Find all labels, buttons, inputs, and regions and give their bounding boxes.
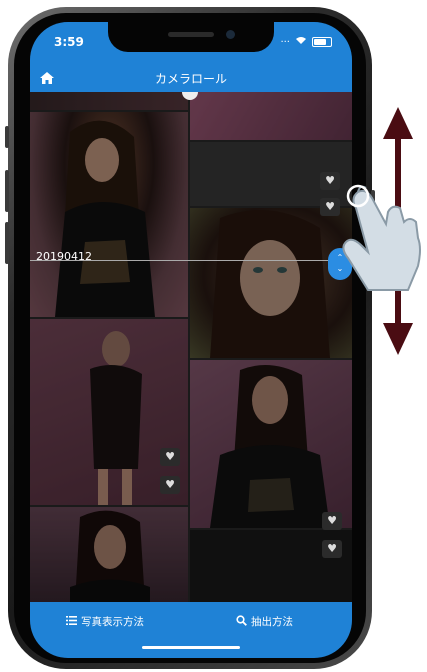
volume-down-button — [5, 222, 9, 264]
battery-icon — [312, 37, 332, 47]
phone-screen: 3:59 ··· カメラロール ♥ ♥ ♥ ♥ ♥ ♥ 20190412 ⌃ ⌄… — [30, 22, 352, 658]
home-indicator — [142, 646, 240, 649]
mute-switch — [5, 126, 9, 148]
photo-thumbnail[interactable] — [190, 92, 352, 140]
nav-title: カメラロール — [154, 72, 227, 86]
photo-thumbnail[interactable] — [30, 507, 188, 602]
photo-display-button[interactable]: 写真表示方法 — [66, 614, 144, 629]
date-label: 20190412 — [36, 250, 92, 263]
photo-thumbnail[interactable] — [190, 360, 352, 528]
search-icon — [236, 614, 247, 629]
status-icons: ··· — [280, 36, 332, 48]
filter-label: 抽出方法 — [251, 616, 293, 628]
notch — [108, 22, 274, 52]
photo-thumbnail[interactable] — [190, 208, 352, 358]
heart-icon[interactable]: ♥ — [320, 172, 340, 190]
heart-icon[interactable]: ♥ — [160, 448, 180, 466]
photo-thumbnail[interactable] — [30, 92, 188, 110]
list-icon — [66, 615, 77, 628]
heart-icon[interactable]: ♥ — [322, 540, 342, 558]
heart-icon[interactable]: ♥ — [320, 198, 340, 216]
photo-thumbnail[interactable] — [30, 112, 188, 317]
photo-grid: ♥ ♥ ♥ ♥ ♥ ♥ 20190412 ⌃ ⌄ — [30, 92, 352, 602]
speaker — [168, 32, 214, 37]
tutorial-stage: 3:59 ··· カメラロール ♥ ♥ ♥ ♥ ♥ ♥ 20190412 ⌃ ⌄… — [0, 0, 427, 672]
hand-pointer-icon — [342, 184, 421, 291]
heart-icon[interactable]: ♥ — [322, 512, 342, 530]
bottom-toolbar: 写真表示方法 抽出方法 — [30, 602, 352, 658]
volume-up-button — [5, 170, 9, 212]
signal-icon: ··· — [280, 36, 290, 48]
heart-icon[interactable]: ♥ — [160, 476, 180, 494]
status-time: 3:59 — [54, 35, 84, 49]
wifi-icon — [295, 36, 307, 48]
photo-display-label: 写真表示方法 — [81, 616, 144, 628]
front-camera — [226, 30, 235, 39]
filter-button[interactable]: 抽出方法 — [236, 614, 293, 629]
